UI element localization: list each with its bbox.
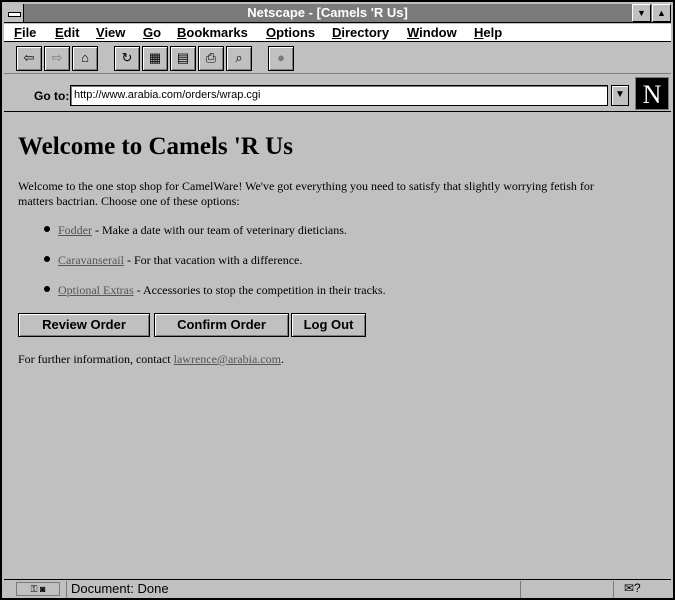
contact-email-link[interactable]: lawrence@arabia.com	[174, 352, 281, 366]
list-item: Caravanserail - For that vacation with a…	[58, 253, 302, 268]
log-out-button[interactable]: Log Out	[291, 313, 366, 337]
list-item-text: - Accessories to stop the competition in…	[133, 283, 386, 297]
menu-go[interactable]: Go	[143, 25, 161, 40]
maximize-button[interactable]: ▲	[652, 4, 671, 22]
menu-bookmarks[interactable]: Bookmarks	[177, 25, 248, 40]
status-text: Document: Done	[66, 581, 518, 598]
menu-help[interactable]: Help	[474, 25, 502, 40]
intro-text: Welcome to the one stop shop for CamelWa…	[18, 179, 594, 208]
menu-window[interactable]: Window	[407, 25, 457, 40]
bullet-icon	[44, 286, 50, 292]
menu-directory[interactable]: Directory	[332, 25, 389, 40]
list-item: Fodder - Make a date with our team of ve…	[58, 223, 347, 238]
reload-icon[interactable]: ↻	[114, 46, 140, 71]
contact-prefix: For further information, contact	[18, 352, 174, 366]
list-item-text: - For that vacation with a difference.	[123, 253, 303, 267]
menu-options[interactable]: Options	[266, 25, 315, 40]
list-item-text: - Make a date with our team of veterinar…	[92, 223, 347, 237]
menu-bar: File Edit View Go Bookmarks Options Dire…	[4, 24, 671, 42]
system-menu-button[interactable]	[4, 4, 24, 22]
home-icon[interactable]: ⌂	[72, 46, 98, 71]
menu-edit[interactable]: Edit	[55, 25, 80, 40]
title-bar[interactable]: Netscape - [Camels 'R Us] ▼ ▲	[4, 4, 671, 23]
url-dropdown-icon[interactable]: ▼	[611, 85, 629, 106]
minimize-button[interactable]: ▼	[632, 4, 651, 22]
menu-view[interactable]: View	[96, 25, 125, 40]
bullet-icon	[44, 226, 50, 232]
find-icon[interactable]: ⌕	[226, 46, 252, 71]
caravanserail-link[interactable]: Caravanserail	[58, 253, 124, 267]
review-order-button[interactable]: Review Order	[18, 313, 150, 337]
progress-area	[520, 581, 614, 598]
window-title: Netscape - [Camels 'R Us]	[247, 5, 408, 20]
bullet-icon	[44, 256, 50, 262]
netscape-logo[interactable]: N	[635, 77, 669, 110]
confirm-order-button[interactable]: Confirm Order	[154, 313, 289, 337]
fodder-link[interactable]: Fodder	[58, 223, 92, 237]
browser-window: Netscape - [Camels 'R Us] ▼ ▲ File Edit …	[0, 0, 675, 600]
menu-file[interactable]: File	[14, 25, 36, 40]
url-field[interactable]: http://www.arabia.com/orders/wrap.cgi	[70, 85, 608, 106]
toolbar: ⇦ ⇨ ⌂ ↻ ▦ ▤ ⎙ ⌕ ●	[4, 43, 671, 74]
open-icon[interactable]: ▤	[170, 46, 196, 71]
contact-line: For further information, contact lawrenc…	[18, 352, 284, 367]
page-content: Welcome to Camels 'R Us Welcome to the o…	[4, 113, 671, 578]
images-icon[interactable]: ▦	[142, 46, 168, 71]
contact-suffix: .	[280, 352, 284, 366]
print-icon[interactable]: ⎙	[198, 46, 224, 71]
stop-icon[interactable]: ●	[268, 46, 294, 71]
security-key-icon: ⚿ ◙	[16, 582, 60, 596]
status-bar: ⚿ ◙ Document: Done ✉?	[4, 579, 671, 598]
page-title: Welcome to Camels 'R Us	[18, 133, 293, 160]
location-bar: Go to: http://www.arabia.com/orders/wrap…	[4, 75, 671, 112]
forward-icon[interactable]: ⇨	[44, 46, 70, 71]
back-icon[interactable]: ⇦	[16, 46, 42, 71]
mail-icon[interactable]: ✉?	[624, 581, 641, 595]
goto-label: Go to:	[34, 89, 70, 103]
optional-extras-link[interactable]: Optional Extras	[58, 283, 134, 297]
list-item: Optional Extras - Accessories to stop th…	[58, 283, 386, 298]
